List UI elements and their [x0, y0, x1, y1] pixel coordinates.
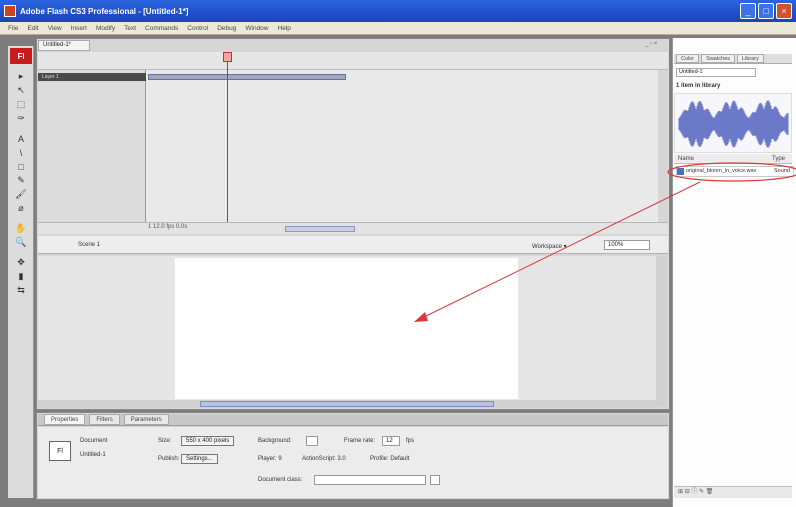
- rectangle-tool-icon[interactable]: □: [13, 160, 29, 173]
- tab-swatches[interactable]: Swatches: [701, 54, 736, 63]
- document-name: Untitled-1: [80, 452, 106, 458]
- text-tool-icon[interactable]: A: [13, 132, 29, 145]
- document-class-label: Document class:: [258, 477, 303, 483]
- menu-view[interactable]: View: [48, 25, 62, 32]
- menu-insert[interactable]: Insert: [71, 25, 87, 32]
- sound-waveform-strip: [148, 74, 346, 80]
- playhead-handle[interactable]: [223, 52, 232, 62]
- timeline-scrollbar[interactable]: [285, 226, 355, 232]
- layer-row[interactable]: Layer 1: [38, 73, 146, 81]
- properties-tabs: Properties Filters Parameters: [38, 414, 668, 426]
- library-item-count: 1 item in library: [676, 83, 721, 89]
- swap-colors-icon[interactable]: ⇆: [13, 284, 29, 297]
- close-button[interactable]: ×: [776, 3, 792, 19]
- publish-profile: Profile: Default: [370, 456, 410, 462]
- publish-label: Publish:: [158, 456, 180, 462]
- playhead-line: [227, 52, 228, 222]
- menu-text[interactable]: Text: [124, 25, 136, 32]
- maximize-button[interactable]: □: [758, 3, 774, 19]
- tab-properties[interactable]: Properties: [44, 414, 86, 425]
- lasso-tool-icon[interactable]: ✑: [13, 112, 29, 125]
- edit-class-pencil-icon[interactable]: [430, 475, 440, 485]
- sound-file-icon: [677, 168, 684, 175]
- menu-window[interactable]: Window: [245, 25, 268, 32]
- menu-edit[interactable]: Edit: [27, 25, 38, 32]
- horizontal-scroll-thumb[interactable]: [200, 401, 494, 407]
- zoom-tool-icon[interactable]: 🔍: [13, 236, 29, 249]
- workspace-menu[interactable]: Workspace ▾: [532, 243, 567, 250]
- fill-color-icon[interactable]: ▮: [13, 270, 29, 283]
- library-footer-buttons[interactable]: ⊞ ⊟ ⓘ ✎ 🗑: [674, 486, 792, 498]
- brush-tool-icon[interactable]: 🖌: [13, 188, 29, 201]
- document-type-label: Document: [80, 438, 108, 444]
- document-window-controls[interactable]: _ ▫ ×: [645, 41, 657, 47]
- size-label: Size:: [158, 438, 172, 444]
- menu-modify[interactable]: Modify: [96, 25, 115, 32]
- timeline-layers-panel: [38, 70, 146, 222]
- stroke-color-icon[interactable]: ✥: [13, 256, 29, 269]
- vertical-scrollbar[interactable]: [656, 256, 666, 406]
- size-button[interactable]: 550 x 400 pixels: [181, 436, 235, 446]
- tab-color[interactable]: Color: [676, 54, 700, 63]
- document-icon: Fl: [49, 441, 71, 461]
- fps-label: fps: [406, 438, 415, 444]
- timeline-frames[interactable]: [146, 70, 658, 222]
- menu-help[interactable]: Help: [278, 25, 291, 32]
- hand-tool-icon[interactable]: ✋: [13, 222, 29, 235]
- window-title: Adobe Flash CS3 Professional - [Untitled…: [20, 6, 189, 16]
- tab-parameters[interactable]: Parameters: [123, 414, 169, 425]
- scene-breadcrumb[interactable]: Scene 1: [78, 242, 100, 248]
- menu-file[interactable]: File: [8, 25, 18, 32]
- menu-bar: File Edit View Insert Modify Text Comman…: [0, 22, 796, 35]
- column-type-header[interactable]: Type: [772, 156, 785, 162]
- tab-filters[interactable]: Filters: [89, 414, 120, 425]
- library-item-name[interactable]: original_bloom_in_voice.wav: [686, 168, 756, 174]
- timeline-ruler[interactable]: [38, 52, 668, 70]
- menu-commands[interactable]: Commands: [145, 25, 178, 32]
- frame-rate-input[interactable]: 12: [382, 436, 400, 446]
- subselection-tool-icon[interactable]: ↖: [13, 84, 29, 97]
- column-name-header[interactable]: Name: [678, 156, 694, 162]
- line-tool-icon[interactable]: \: [13, 146, 29, 159]
- background-color-swatch[interactable]: [306, 436, 318, 446]
- flash-app-icon: [4, 5, 16, 17]
- eraser-tool-icon[interactable]: ⌀: [13, 202, 29, 215]
- library-preview: [674, 93, 792, 153]
- tools-panel: Fl ▸ ↖ ⬚ ✑ A \ □ ✎ 🖌 ⌀ ✋ 🔍 ✥ ▮ ⇆: [8, 46, 34, 498]
- menu-control[interactable]: Control: [187, 25, 208, 32]
- actionscript-version: ActionScript: 3.0: [302, 456, 346, 462]
- edit-bar: [38, 236, 668, 254]
- tab-library[interactable]: Library: [737, 54, 764, 63]
- window-buttons: _ □ ×: [740, 3, 792, 19]
- library-document-select[interactable]: Untitled-1: [676, 68, 756, 77]
- dock-tabs: Color Swatches Library: [674, 54, 792, 64]
- stage[interactable]: [175, 258, 518, 399]
- title-bar: Adobe Flash CS3 Professional - [Untitled…: [0, 0, 796, 22]
- document-class-input[interactable]: [314, 475, 426, 485]
- player-version: Player: 9: [258, 456, 282, 462]
- zoom-select[interactable]: 100%: [604, 240, 650, 250]
- selection-tool-icon[interactable]: ▸: [13, 70, 29, 83]
- free-transform-tool-icon[interactable]: ⬚: [13, 98, 29, 111]
- publish-settings-button[interactable]: Settings...: [181, 454, 218, 464]
- pencil-tool-icon[interactable]: ✎: [13, 174, 29, 187]
- timeline-status: 1 12.0 fps 0.0s: [148, 224, 188, 230]
- sound-waveform-preview: [678, 100, 789, 148]
- menu-debug[interactable]: Debug: [217, 25, 236, 32]
- frame-rate-label: Frame rate:: [344, 438, 376, 444]
- library-item-type: Sound: [774, 168, 790, 174]
- flash-logo-icon: Fl: [10, 48, 32, 64]
- document-tab[interactable]: Untitled-1*: [38, 40, 90, 51]
- minimize-button[interactable]: _: [740, 3, 756, 19]
- background-label: Background:: [258, 438, 292, 444]
